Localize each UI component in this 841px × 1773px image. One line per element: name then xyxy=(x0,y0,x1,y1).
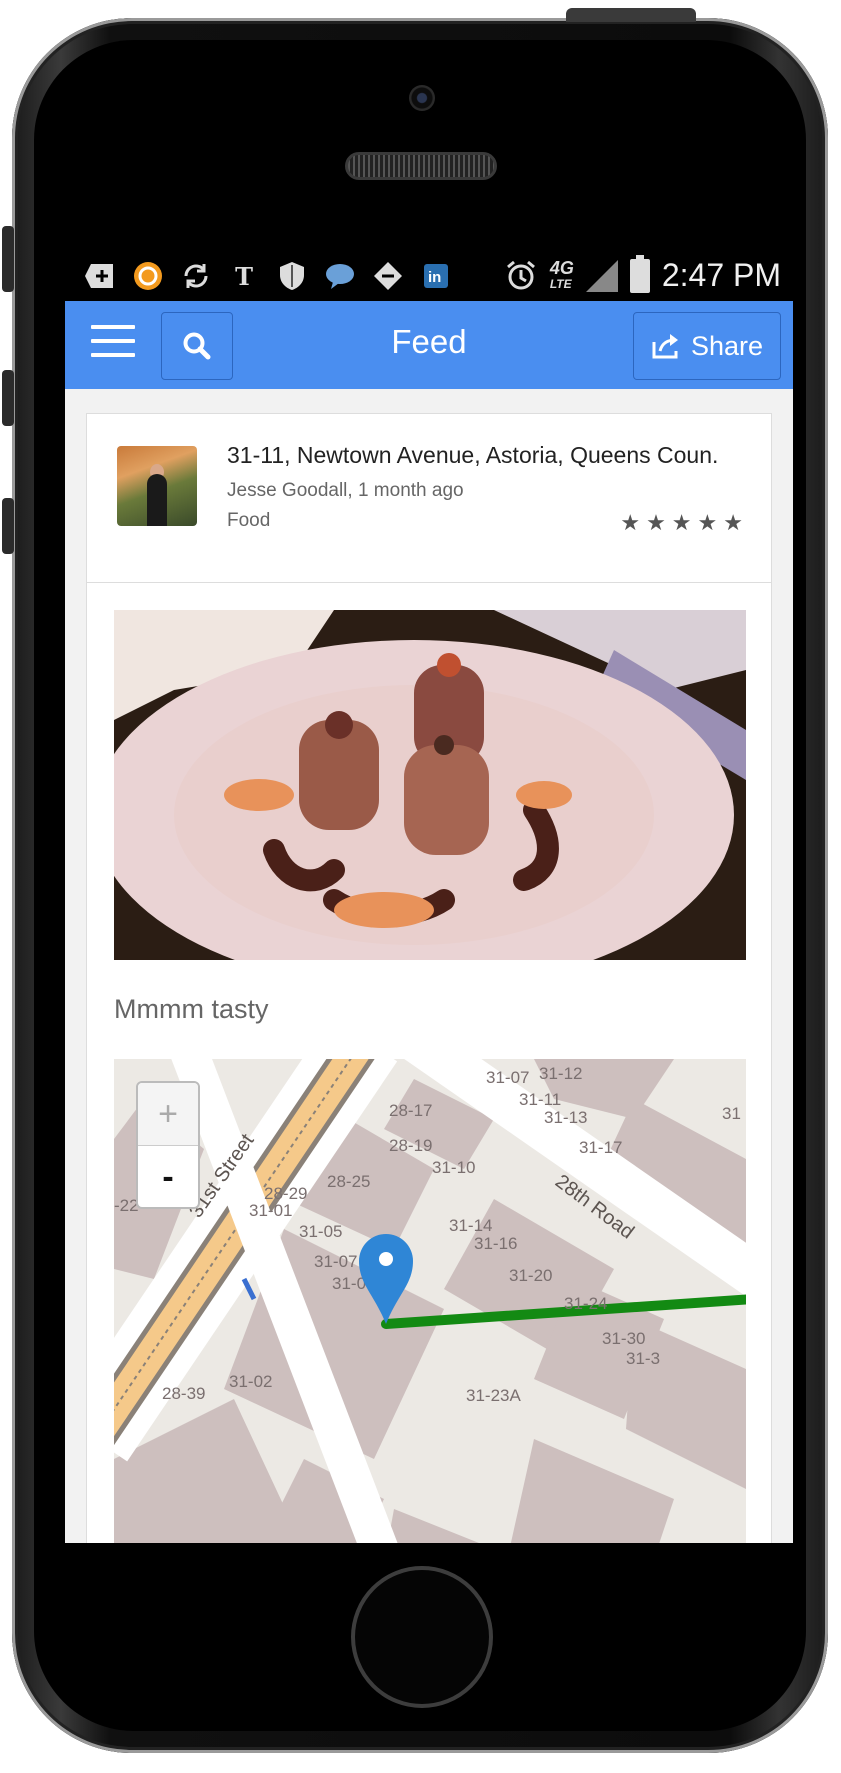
author-timestamp: Jesse Goodall, 1 month ago xyxy=(227,480,464,501)
add-box-icon xyxy=(83,259,117,293)
ticket-icon xyxy=(371,259,405,293)
star-icon: ★ xyxy=(620,510,641,535)
star-icon: ★ xyxy=(723,510,743,535)
battery-icon xyxy=(629,254,650,293)
shield-icon xyxy=(275,259,309,293)
power-button xyxy=(566,8,696,22)
food-photo[interactable] xyxy=(114,610,746,960)
map-zoom-control: + - xyxy=(136,1081,200,1209)
svg-text:31-07: 31-07 xyxy=(486,1068,529,1087)
place-title[interactable]: 31-11, Newtown Avenue, Astoria, Queens C… xyxy=(227,442,757,469)
avatar[interactable] xyxy=(117,446,197,526)
svg-text:31-13: 31-13 xyxy=(544,1108,587,1127)
sync-icon xyxy=(179,259,213,293)
svg-text:31-14: 31-14 xyxy=(449,1216,492,1235)
svg-text:31-07: 31-07 xyxy=(314,1252,357,1271)
svg-text:31-10: 31-10 xyxy=(432,1158,475,1177)
phone-screen: T in 4G LTE 2:47 PM Feed Share 31-11, Ne… xyxy=(65,253,793,1543)
feed-card[interactable]: 31-11, Newtown Avenue, Astoria, Queens C… xyxy=(86,413,772,1543)
volume-up-button xyxy=(2,370,14,426)
post-caption: Mmmm tasty xyxy=(114,994,269,1024)
nyt-icon: T xyxy=(235,261,253,291)
svg-text:28-25: 28-25 xyxy=(327,1172,370,1191)
star-icon: ★ xyxy=(646,510,666,535)
svg-text:-22: -22 xyxy=(114,1196,139,1215)
mute-switch xyxy=(2,226,14,292)
svg-text:31-16: 31-16 xyxy=(474,1234,517,1253)
star-icon: ★ xyxy=(697,510,718,535)
svg-text:31-3: 31-3 xyxy=(626,1349,660,1368)
rating-stars: ★ ★ ★ ★ ★ xyxy=(620,510,743,536)
chat-icon xyxy=(323,259,357,293)
app-bar: Feed Share xyxy=(65,301,793,389)
share-icon xyxy=(652,334,678,359)
zoom-in-button[interactable]: + xyxy=(138,1083,198,1146)
linkedin-icon: in xyxy=(419,259,453,293)
category-label: Food xyxy=(227,510,271,531)
zoom-out-button[interactable]: - xyxy=(138,1146,198,1207)
svg-text:31-20: 31-20 xyxy=(509,1266,552,1285)
location-map[interactable]: 31st Street 28th Road 31-07 31-12 31-11 … xyxy=(114,1059,746,1543)
svg-text:31-30: 31-30 xyxy=(602,1329,645,1348)
signal-icon xyxy=(585,259,618,292)
network-type: 4G LTE xyxy=(549,257,574,291)
svg-text:31-11: 31-11 xyxy=(519,1090,561,1109)
svg-text:28-19: 28-19 xyxy=(389,1136,432,1155)
status-time: 2:47 PM xyxy=(661,257,781,293)
earpiece-speaker xyxy=(345,152,497,180)
share-label: Share xyxy=(690,330,764,361)
volume-down-button xyxy=(2,498,14,554)
svg-text:31-0: 31-0 xyxy=(332,1274,366,1293)
orange-circle-app-icon xyxy=(131,259,165,293)
svg-text:28-17: 28-17 xyxy=(389,1101,432,1120)
alarm-icon xyxy=(504,259,538,293)
svg-text:31-23A: 31-23A xyxy=(466,1386,521,1405)
svg-text:28-39: 28-39 xyxy=(162,1384,205,1403)
svg-text:in: in xyxy=(428,269,441,286)
svg-text:31-01: 31-01 xyxy=(249,1201,292,1220)
home-button[interactable] xyxy=(351,1566,493,1708)
svg-text:31-02: 31-02 xyxy=(229,1372,272,1391)
card-header: 31-11, Newtown Avenue, Astoria, Queens C… xyxy=(87,414,771,583)
svg-text:31-24: 31-24 xyxy=(564,1294,607,1313)
status-bar: T in 4G LTE 2:47 PM xyxy=(65,253,793,301)
svg-text:31: 31 xyxy=(722,1104,741,1123)
front-camera xyxy=(409,85,435,111)
star-icon: ★ xyxy=(671,510,692,535)
svg-text:31-05: 31-05 xyxy=(299,1222,342,1241)
svg-text:31-17: 31-17 xyxy=(579,1138,622,1157)
share-button[interactable]: Share xyxy=(633,312,781,380)
svg-text:31-12: 31-12 xyxy=(539,1064,582,1083)
